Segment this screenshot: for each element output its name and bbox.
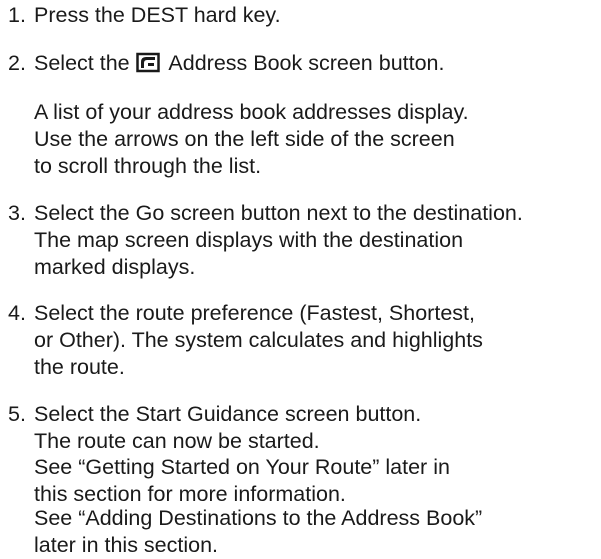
- step-number: 1.: [8, 3, 26, 27]
- step-number: 2.: [8, 51, 26, 75]
- step-number: 3.: [8, 201, 26, 225]
- step-text-before-icon: Select the: [34, 51, 130, 75]
- note-line: to scroll through the list.: [34, 154, 262, 178]
- note-line: A list of your address book addresses di…: [34, 100, 469, 124]
- step-text: Select the route preference (Fastest, Sh…: [34, 300, 483, 381]
- step-line: Select the route preference (Fastest, Sh…: [34, 301, 475, 325]
- step-line: The route can now be started.: [34, 429, 320, 453]
- step-number: 4.: [8, 301, 26, 325]
- step-line: the route.: [34, 355, 125, 379]
- note-line: See “Getting Started on Your Route” late…: [34, 455, 450, 479]
- step-text: Press the DEST hard key.: [34, 3, 281, 27]
- getting-started-note: See “Getting Started on Your Route” late…: [34, 454, 450, 508]
- address-book-note: A list of your address book addresses di…: [34, 99, 469, 180]
- adding-destinations-note: See “Adding Destinations to the Address …: [34, 505, 482, 559]
- step-number: 5.: [8, 402, 26, 426]
- step-line: marked displays.: [34, 255, 196, 279]
- step-line: Select the Go screen button next to the …: [34, 201, 523, 225]
- note-line: Use the arrows on the left side of the s…: [34, 127, 455, 151]
- instructions-page: 1. Press the DEST hard key. 2. Select th…: [0, 0, 601, 557]
- step-text: Select the Go screen button next to the …: [34, 200, 523, 281]
- step-text-after-icon: Address Book screen button.: [168, 51, 445, 75]
- step-text: Select the Start Guidance screen button.…: [34, 401, 421, 455]
- note-line: later in this section.: [34, 533, 219, 557]
- address-book-icon: [135, 51, 160, 80]
- step-line: The map screen displays with the destina…: [34, 228, 464, 252]
- note-line: this section for more information.: [34, 482, 346, 506]
- step-line: Select the Start Guidance screen button.: [34, 402, 422, 426]
- step-text: Select the Address Book screen button.: [34, 50, 444, 80]
- step-line: or Other). The system calculates and hig…: [34, 328, 483, 352]
